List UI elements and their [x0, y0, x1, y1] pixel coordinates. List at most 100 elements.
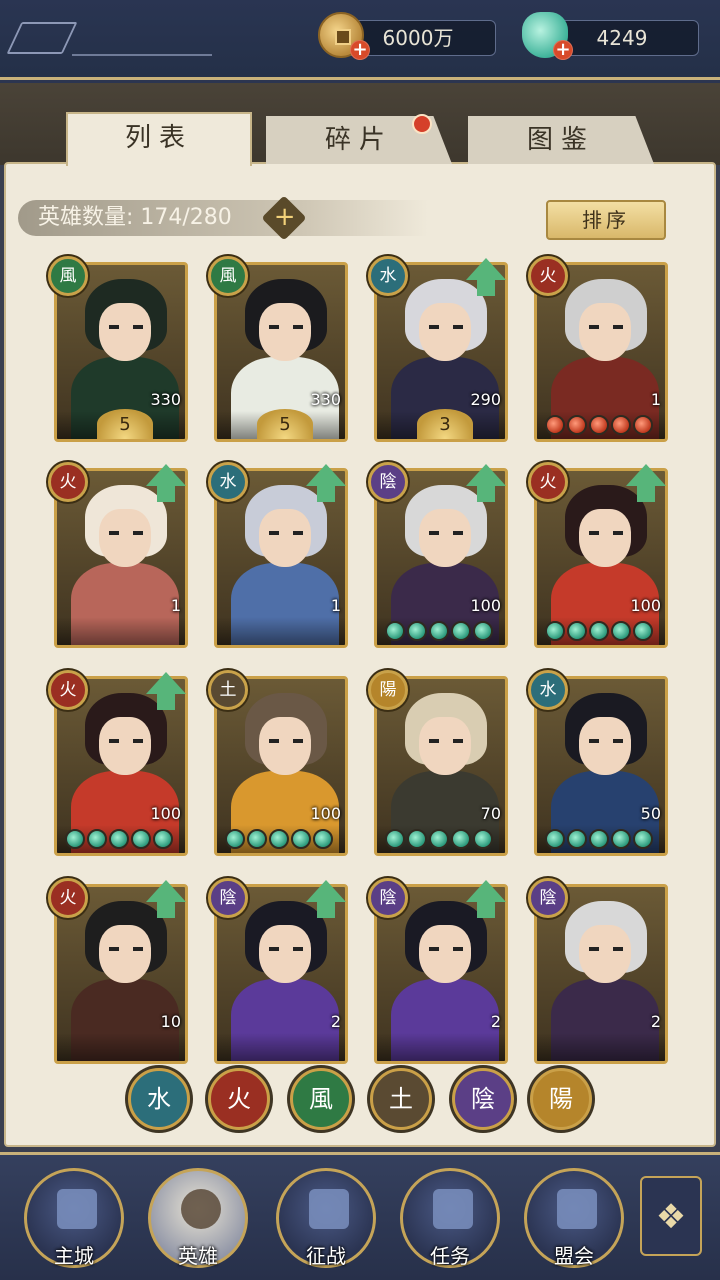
star-orb-icon	[567, 415, 587, 435]
hero-face	[419, 303, 471, 361]
card-footer	[217, 617, 345, 645]
card-footer	[377, 1033, 505, 1061]
hero-count-label: 英雄数量: 174/280	[38, 205, 232, 230]
hero-face	[99, 925, 151, 983]
hero-level: 2	[650, 1012, 661, 1031]
hero-face	[259, 303, 311, 361]
add-gold-button[interactable]: +	[350, 40, 370, 60]
star-orb-icon	[451, 621, 471, 641]
card-footer	[57, 617, 185, 645]
notification-dot	[412, 114, 432, 134]
hero-eye	[613, 947, 623, 951]
star-rank-badge: 3	[417, 409, 473, 439]
element-yin-icon: 陰	[368, 462, 408, 502]
nav-icon	[557, 1189, 597, 1229]
nav-icon	[57, 1189, 97, 1229]
element-fire-icon: 火	[528, 256, 568, 296]
nav-icon	[181, 1189, 221, 1229]
star-orb-icon	[611, 415, 631, 435]
tab-codex[interactable]: 图鉴	[468, 116, 654, 164]
hero-face	[419, 717, 471, 775]
hero-eye	[429, 531, 439, 535]
hero-face	[579, 717, 631, 775]
element-fire-icon: 火	[48, 878, 88, 918]
card-footer	[537, 1033, 665, 1061]
element-water-icon: 水	[368, 256, 408, 296]
add-jade-button[interactable]: +	[553, 40, 573, 60]
hero-eye	[133, 947, 143, 951]
hero-eye	[453, 739, 463, 743]
jade-amount: 4249	[596, 26, 648, 50]
decorative-line	[72, 54, 212, 56]
star-orbs	[545, 829, 653, 849]
hero-eye	[453, 947, 463, 951]
star-orb-icon	[429, 829, 449, 849]
star-orb-icon	[65, 829, 85, 849]
hero-eye	[293, 531, 303, 535]
filter-water-button[interactable]: 水	[128, 1068, 190, 1130]
star-rank-value: 5	[119, 414, 131, 435]
upgrade-arrow-icon	[466, 464, 506, 504]
element-yin-icon: 陰	[528, 878, 568, 918]
hero-eye	[269, 325, 279, 329]
star-orb-icon	[589, 621, 609, 641]
filter-earth-button[interactable]: 土	[370, 1068, 432, 1130]
nav-label: 征战	[306, 1244, 346, 1268]
element-yin-icon: 陰	[368, 878, 408, 918]
grid-menu-icon[interactable]: ❖	[640, 1176, 702, 1256]
hero-eye	[429, 947, 439, 951]
upgrade-arrow-icon	[466, 880, 506, 920]
gold-amount: 6000万	[382, 26, 454, 50]
element-fire-icon: 火	[528, 462, 568, 502]
hero-face	[259, 925, 311, 983]
star-orb-icon	[451, 829, 471, 849]
nav-icon	[433, 1189, 473, 1229]
upgrade-arrow-icon	[306, 880, 346, 920]
star-orb-icon	[633, 415, 653, 435]
hero-eye	[293, 739, 303, 743]
hero-face	[259, 509, 311, 567]
element-fire-icon: 火	[48, 670, 88, 710]
element-wind-icon: 風	[208, 256, 248, 296]
star-orb-icon	[153, 829, 173, 849]
filter-yin-button[interactable]: 陰	[452, 1068, 514, 1130]
star-orb-icon	[589, 829, 609, 849]
hero-face	[99, 303, 151, 361]
hero-eye	[109, 325, 119, 329]
star-orb-icon	[225, 829, 245, 849]
tab-list[interactable]: 列表	[66, 112, 252, 166]
star-orb-icon	[567, 829, 587, 849]
filter-wind-button[interactable]: 風	[290, 1068, 352, 1130]
star-orb-icon	[87, 829, 107, 849]
hero-eye	[293, 947, 303, 951]
star-orb-icon	[611, 829, 631, 849]
hero-eye	[613, 531, 623, 535]
hero-level: 330	[150, 390, 181, 409]
hero-eye	[269, 947, 279, 951]
filter-fire-button[interactable]: 火	[208, 1068, 270, 1130]
star-orbs	[225, 829, 333, 849]
star-orb-icon	[313, 829, 333, 849]
star-orb-icon	[567, 621, 587, 641]
hero-eye	[429, 325, 439, 329]
star-orb-icon	[429, 621, 449, 641]
star-orbs	[385, 621, 493, 641]
hero-level: 10	[160, 1012, 181, 1031]
star-orb-icon	[407, 829, 427, 849]
upgrade-arrow-icon	[306, 464, 346, 504]
filter-yang-button[interactable]: 陽	[530, 1068, 592, 1130]
sort-button[interactable]: 排序	[546, 200, 666, 240]
hero-face	[419, 509, 471, 567]
hero-eye	[613, 325, 623, 329]
hero-level: 100	[470, 596, 501, 615]
hero-level: 100	[630, 596, 661, 615]
hero-eye	[613, 739, 623, 743]
nav-label: 主城	[54, 1244, 94, 1268]
upgrade-arrow-icon	[626, 464, 666, 504]
hero-level: 2	[330, 1012, 341, 1031]
hero-eye	[133, 325, 143, 329]
star-orb-icon	[589, 415, 609, 435]
hero-eye	[429, 739, 439, 743]
hero-eye	[589, 531, 599, 535]
hero-face	[99, 509, 151, 567]
